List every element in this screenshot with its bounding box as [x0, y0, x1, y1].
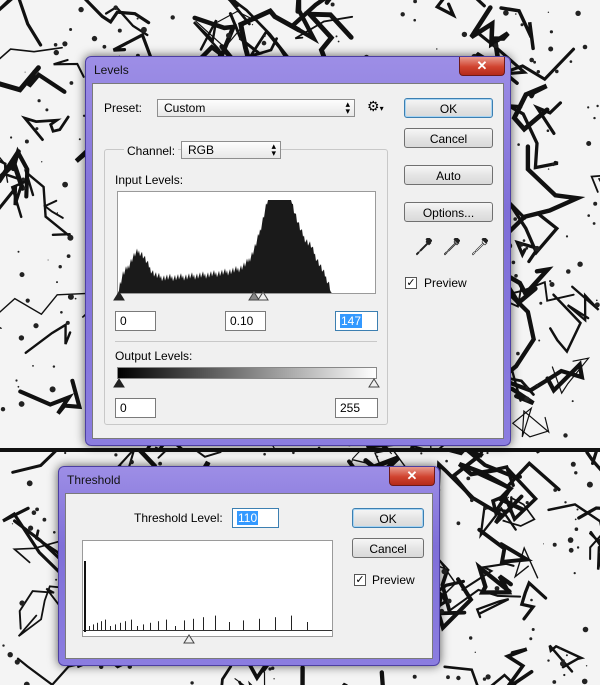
auto-button[interactable]: Auto: [404, 165, 493, 185]
threshold-histogram-spike: [166, 619, 167, 630]
threshold-ok-button[interactable]: OK: [352, 508, 424, 528]
threshold-histogram-spike: [120, 622, 121, 630]
threshold-level-field[interactable]: 110: [232, 508, 279, 528]
threshold-histogram-spike: [275, 617, 276, 630]
threshold-histogram-spike: [110, 626, 111, 630]
input-levels-label: Input Levels:: [115, 173, 184, 187]
threshold-histogram-spike: [93, 624, 94, 630]
threshold-histogram-spike: [97, 622, 98, 630]
options-button[interactable]: Options...: [404, 202, 493, 222]
threshold-close-button[interactable]: ✕: [389, 467, 435, 486]
channel-value: RGB: [188, 143, 215, 157]
preset-dropdown[interactable]: Custom ▴ ▾: [157, 99, 355, 117]
levels-preview-checkbox[interactable]: ✓: [405, 277, 417, 289]
threshold-histogram-spike: [143, 624, 144, 630]
threshold-histogram-spike: [203, 617, 204, 630]
output-slider-track[interactable]: [111, 378, 383, 390]
channel-label: Channel:: [124, 144, 179, 158]
threshold-level-label: Threshold Level:: [134, 511, 223, 525]
levels-title: Levels: [94, 63, 129, 77]
threshold-preview-checkbox[interactable]: ✓: [354, 574, 366, 586]
threshold-histogram-spike: [259, 618, 260, 630]
levels-histogram: [117, 191, 376, 294]
threshold-histogram-spike: [307, 622, 308, 630]
threshold-title: Threshold: [67, 473, 121, 487]
output-white-slider: [368, 378, 380, 388]
threshold-histogram-spike: [115, 624, 116, 630]
threshold-client-area: Threshold Level: 110 OK Cancel ✓ Preview: [65, 493, 433, 659]
threshold-histogram-spike: [137, 626, 138, 630]
levels-close-button[interactable]: ✕: [459, 57, 505, 76]
threshold-preview-label: Preview: [372, 573, 415, 587]
channel-dropdown[interactable]: RGB ▴ ▾: [181, 141, 281, 159]
gear-icon[interactable]: ⚙▾: [367, 98, 384, 115]
levels-preview-label: Preview: [424, 276, 467, 290]
threshold-histogram-spike: [229, 622, 230, 630]
preset-label: Preset:: [104, 101, 143, 115]
levels-ok-button[interactable]: OK: [404, 98, 493, 118]
threshold-histogram-spike: [175, 626, 176, 630]
black-eyedropper-icon[interactable]: [416, 238, 432, 256]
threshold-slider: [183, 634, 195, 644]
output-levels-label: Output Levels:: [115, 349, 193, 363]
threshold-histogram-spike: [193, 618, 194, 630]
updown-arrows-icon: ▴ ▾: [345, 99, 350, 116]
output-black-slider: [113, 378, 125, 388]
input-white-slider: [257, 291, 269, 301]
white-eyedropper-icon[interactable]: [472, 238, 488, 256]
threshold-histogram-spike: [150, 622, 151, 630]
preset-value: Custom: [164, 101, 206, 115]
levels-cancel-button[interactable]: Cancel: [404, 128, 493, 148]
threshold-histogram-spike: [84, 561, 86, 632]
input-white-field[interactable]: 147: [335, 311, 378, 331]
gray-eyedropper-icon[interactable]: [444, 238, 460, 256]
levels-dialog: Levels ✕ Preset: Custom ▴ ▾ ⚙▾ OK Cancel …: [85, 56, 511, 446]
threshold-histogram-baseline: [83, 630, 332, 631]
threshold-cancel-button[interactable]: Cancel: [352, 538, 424, 558]
threshold-histogram-spike: [184, 620, 185, 630]
threshold-histogram-spike: [125, 621, 126, 630]
separator: [115, 341, 377, 342]
threshold-histogram-spike: [158, 621, 159, 630]
output-black-field[interactable]: 0: [115, 398, 156, 418]
input-black-slider: [113, 291, 125, 301]
threshold-histogram-spike: [89, 626, 90, 630]
input-black-field[interactable]: 0: [115, 311, 156, 331]
threshold-histogram-spike: [105, 619, 106, 630]
threshold-dialog: Threshold ✕ Threshold Level: 110 OK Canc…: [58, 466, 440, 666]
threshold-histogram-spike: [243, 620, 244, 630]
levels-client-area: Preset: Custom ▴ ▾ ⚙▾ OK Cancel Auto Opti…: [92, 83, 504, 439]
threshold-histogram-spike: [101, 621, 102, 630]
threshold-histogram-spike: [215, 615, 216, 630]
threshold-histogram-spike: [291, 615, 292, 630]
threshold-histogram: [82, 540, 333, 637]
threshold-slider-track[interactable]: [82, 634, 332, 646]
levels-histogram-shape: [118, 200, 375, 293]
threshold-histogram-spike: [131, 619, 132, 630]
input-slider-track[interactable]: [111, 290, 381, 304]
input-gamma-slider: [248, 291, 260, 301]
output-white-field[interactable]: 255: [335, 398, 378, 418]
updown-arrows-icon: ▴ ▾: [271, 141, 276, 158]
input-gamma-field[interactable]: 0.10: [225, 311, 266, 331]
